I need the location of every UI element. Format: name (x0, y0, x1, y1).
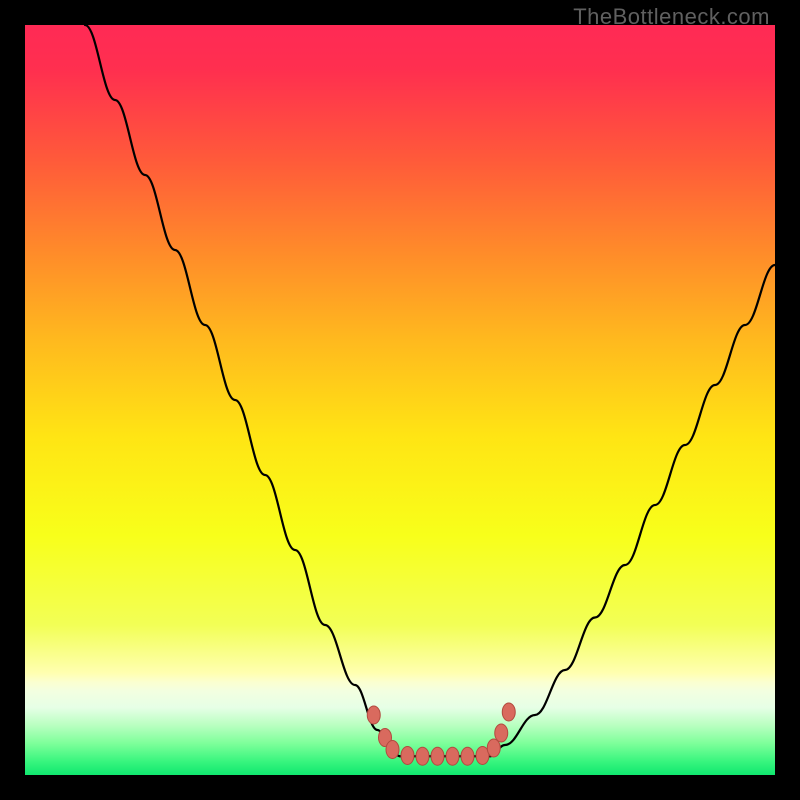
marker-dot (495, 724, 508, 742)
marker-dot (502, 703, 515, 721)
marker-dot (386, 741, 399, 759)
marker-dot (367, 706, 380, 724)
marker-dot (461, 747, 474, 765)
marker-dot (446, 747, 459, 765)
marker-dot (487, 739, 500, 757)
plot-background (25, 25, 775, 775)
chart-frame: TheBottleneck.com (0, 0, 800, 800)
marker-dot (431, 747, 444, 765)
gradient-plot (25, 25, 775, 775)
marker-dot (401, 747, 414, 765)
watermark-text: TheBottleneck.com (573, 4, 770, 30)
marker-dot (416, 747, 429, 765)
